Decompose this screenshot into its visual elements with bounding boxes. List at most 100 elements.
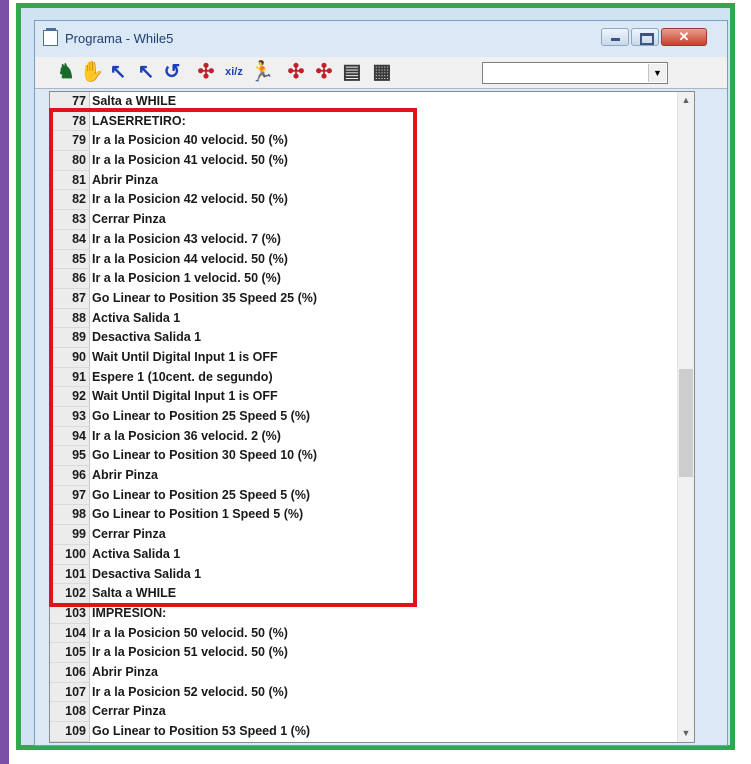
line-instruction: Wait Until Digital Input 1 is OFF xyxy=(92,389,278,404)
line-instruction: Go Linear to Position 35 Speed 25 (%) xyxy=(92,290,318,305)
program-line[interactable]: 107 Ir a la Posicion 52 velocid. 50 (%) xyxy=(50,682,678,703)
line-instruction: Go Linear to Position 1 Speed 5 (%) xyxy=(92,507,304,522)
program-line[interactable]: 89 Desactiva Salida 1 xyxy=(50,328,678,348)
line-number: 109 xyxy=(50,722,90,742)
chart-icon[interactable]: ▤ xyxy=(339,60,365,84)
program-line[interactable]: 93 Go Linear to Position 25 Speed 5 (%) xyxy=(50,407,678,427)
line-instruction: Desactiva Salida 1 xyxy=(92,330,202,345)
output-icon[interactable]: ✣ xyxy=(311,60,337,84)
program-line[interactable]: 96 Abrir Pinza xyxy=(50,466,678,486)
gripper-icon[interactable]: ✋ xyxy=(79,60,105,84)
program-line[interactable]: 91 Espere 1 (10cent. de segundo) xyxy=(50,367,678,388)
line-instruction: Cerrar Pinza xyxy=(92,212,166,227)
line-number: 102 xyxy=(50,584,90,604)
arrow-up-left-icon[interactable]: ↖ xyxy=(133,60,159,84)
scroll-thumb[interactable] xyxy=(679,369,693,477)
chevron-down-icon[interactable]: ▼ xyxy=(648,64,666,82)
robot-move-icon[interactable]: ♞ xyxy=(53,60,79,84)
line-number: 83 xyxy=(50,210,90,230)
program-select[interactable]: ▼ xyxy=(482,62,668,84)
line-number: 95 xyxy=(50,446,90,467)
line-instruction: Espere 1 (10cent. de segundo) xyxy=(92,369,273,384)
line-number: 88 xyxy=(50,308,90,329)
program-line[interactable]: 100 Activa Salida 1 xyxy=(50,544,678,565)
line-number: 99 xyxy=(50,525,90,545)
line-number: 91 xyxy=(50,367,90,388)
close-button[interactable]: ✕ xyxy=(661,28,707,46)
table-icon[interactable]: ▦ xyxy=(369,60,395,84)
program-line[interactable]: 86 Ir a la Posicion 1 velocid. 50 (%) xyxy=(50,269,678,289)
line-number: 92 xyxy=(50,387,90,407)
program-line[interactable]: 88 Activa Salida 1 xyxy=(50,308,678,329)
program-line[interactable]: 98 Go Linear to Position 1 Speed 5 (%) xyxy=(50,505,678,526)
program-line[interactable]: 106 Abrir Pinza xyxy=(50,662,678,683)
line-number: 96 xyxy=(50,466,90,486)
program-line[interactable]: 102 Salta a WHILE xyxy=(50,584,678,604)
line-number: 82 xyxy=(50,190,90,211)
line-instruction: Wait Until Digital Input 1 is OFF xyxy=(92,349,278,364)
program-line[interactable]: 77 Salta a WHILE xyxy=(50,92,678,112)
scroll-up-icon[interactable]: ▲ xyxy=(678,92,694,109)
line-number: 85 xyxy=(50,249,90,270)
program-line[interactable]: 97 Go Linear to Position 25 Speed 5 (%) xyxy=(50,485,678,506)
program-rows: 77 Salta a WHILE 78 LASERRETIRO: 79 Ir a la P… xyxy=(50,92,678,742)
maximize-button[interactable] xyxy=(631,28,659,46)
window-title: Programa - While5 xyxy=(65,31,174,46)
program-window: Programa - While5 ✕ ▼ ♞ ✋ ↖ ↖ ↺ ✣ xi/z 🏃 ✣ ✣ ▤ ▦ 77… xyxy=(34,20,728,746)
line-number: 103 xyxy=(50,603,90,624)
line-instruction: Desactiva Salida 1 xyxy=(92,566,202,581)
line-instruction: Go Linear to Position 53 Speed 1 (%) xyxy=(92,724,311,738)
program-line[interactable]: 95 Go Linear to Position 30 Speed 10 (%) xyxy=(50,446,678,467)
program-line[interactable]: 101 Desactiva Salida 1 xyxy=(50,564,678,585)
run-figure-icon[interactable]: 🏃 xyxy=(249,60,275,84)
line-instruction: Ir a la Posicion 50 velocid. 50 (%) xyxy=(92,625,288,640)
program-line[interactable]: 103 IMPRESION: xyxy=(50,603,678,624)
line-instruction: Cerrar Pinza xyxy=(92,704,166,719)
program-line[interactable]: 85 Ir a la Posicion 44 velocid. 50 (%) xyxy=(50,249,678,270)
line-number: 84 xyxy=(50,229,90,250)
title-bar[interactable]: Programa - While5 ✕ xyxy=(35,21,727,57)
program-line[interactable]: 109 Go Linear to Position 53 Speed 1 (%) xyxy=(50,722,678,742)
minimize-button[interactable] xyxy=(601,28,629,46)
vertical-scrollbar[interactable]: ▲ ▼ xyxy=(677,92,694,742)
program-list[interactable]: 77 Salta a WHILE 78 LASERRETIRO: 79 Ir a la P… xyxy=(49,91,695,743)
undo-icon[interactable]: ↺ xyxy=(159,60,185,84)
program-line[interactable]: 82 Ir a la Posicion 42 velocid. 50 (%) xyxy=(50,190,678,211)
line-instruction: Ir a la Posicion 51 velocid. 50 (%) xyxy=(92,645,288,660)
line-instruction: Ir a la Posicion 36 velocid. 2 (%) xyxy=(92,428,281,443)
program-line[interactable]: 99 Cerrar Pinza xyxy=(50,525,678,545)
program-line[interactable]: 80 Ir a la Posicion 41 velocid. 50 (%) xyxy=(50,151,678,171)
connect-icon[interactable]: ✣ xyxy=(283,60,309,84)
io-icon[interactable]: ✣ xyxy=(193,60,219,84)
arrow-up-right-icon[interactable]: ↖ xyxy=(105,60,131,84)
line-number: 89 xyxy=(50,328,90,348)
line-instruction: Ir a la Posicion 42 velocid. 50 (%) xyxy=(92,192,288,207)
program-line[interactable]: 105 Ir a la Posicion 51 velocid. 50 (%) xyxy=(50,643,678,663)
program-line[interactable]: 83 Cerrar Pinza xyxy=(50,210,678,230)
program-line[interactable]: 78 LASERRETIRO: xyxy=(50,111,678,132)
line-number: 81 xyxy=(50,170,90,191)
line-number: 108 xyxy=(50,702,90,722)
program-line[interactable]: 104 Ir a la Posicion 50 velocid. 50 (%) xyxy=(50,623,678,644)
program-line[interactable]: 108 Cerrar Pinza xyxy=(50,702,678,722)
program-line[interactable]: 84 Ir a la Posicion 43 velocid. 7 (%) xyxy=(50,229,678,250)
line-number: 98 xyxy=(50,505,90,526)
line-number: 94 xyxy=(50,426,90,447)
line-number: 100 xyxy=(50,544,90,565)
line-number: 93 xyxy=(50,407,90,427)
line-number: 106 xyxy=(50,662,90,683)
scroll-down-icon[interactable]: ▼ xyxy=(678,725,694,742)
xiyi-icon[interactable]: xi/z xyxy=(221,60,247,84)
line-instruction: Abrir Pinza xyxy=(92,172,158,187)
program-line[interactable]: 90 Wait Until Digital Input 1 is OFF xyxy=(50,347,678,368)
line-instruction: Cerrar Pinza xyxy=(92,527,166,542)
program-line[interactable]: 79 Ir a la Posicion 40 velocid. 50 (%) xyxy=(50,131,678,152)
program-line[interactable]: 87 Go Linear to Position 35 Speed 25 (%) xyxy=(50,288,678,309)
line-instruction: Go Linear to Position 25 Speed 5 (%) xyxy=(92,409,311,423)
line-instruction: Salta a WHILE xyxy=(92,586,177,601)
line-instruction: Salta a WHILE xyxy=(92,94,177,108)
program-line[interactable]: 94 Ir a la Posicion 36 velocid. 2 (%) xyxy=(50,426,678,447)
program-line[interactable]: 92 Wait Until Digital Input 1 is OFF xyxy=(50,387,678,407)
line-instruction: Activa Salida 1 xyxy=(92,546,181,561)
program-line[interactable]: 81 Abrir Pinza xyxy=(50,170,678,191)
